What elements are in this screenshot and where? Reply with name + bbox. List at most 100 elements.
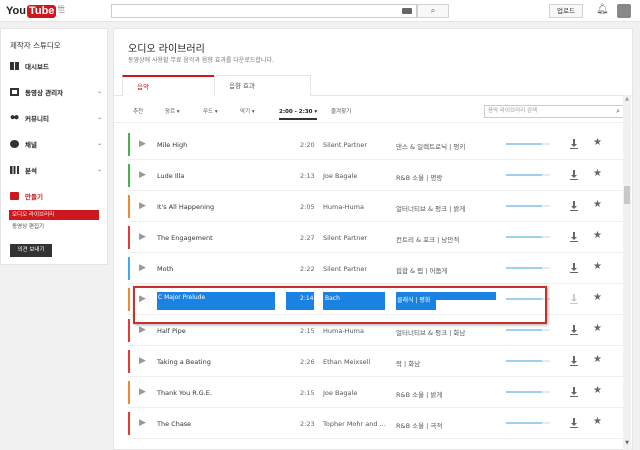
download-icon[interactable] (570, 418, 578, 428)
star-favorite-icon[interactable]: ★ (593, 137, 602, 149)
filter-featured[interactable]: 추천 (133, 107, 143, 117)
play-icon[interactable]: ▶ (139, 170, 146, 180)
tab-sound-effects[interactable]: 음향 효과 (214, 75, 311, 96)
sidebar-item-analytics[interactable]: 분석 ⌄ (10, 164, 102, 176)
avatar[interactable] (617, 4, 631, 18)
filter-favorites[interactable]: 즐겨찾기 (331, 107, 351, 117)
track-artist[interactable]: Silent Partner (323, 265, 367, 273)
star-favorite-icon[interactable]: ★ (593, 292, 602, 304)
sidebar-item-community[interactable]: 커뮤니티 ⌄ (10, 112, 102, 124)
star-favorite-icon[interactable]: ★ (593, 230, 602, 242)
track-artist[interactable]: Ethan Meixsell (323, 358, 370, 366)
play-icon[interactable]: ▶ (139, 325, 146, 335)
track-row[interactable]: ▶ The Engagement 2:27 Silent Partner 컨트리 & 포… (128, 222, 624, 253)
tab-music[interactable]: 음악 (122, 75, 215, 96)
sidebar-subitem-video-editor[interactable]: 동영상 편집기 (9, 222, 99, 232)
keyboard-icon[interactable] (402, 8, 412, 14)
star-favorite-icon[interactable]: ★ (593, 416, 602, 428)
search-icon[interactable]: ⌕ (616, 106, 620, 117)
send-feedback-button[interactable]: 의견 보내기 (10, 244, 52, 257)
logo-tube-text: Tube (26, 4, 57, 18)
waveform-meter-tail (542, 329, 550, 331)
sidebar-item-channel[interactable]: 채널 ⌄ (10, 138, 102, 150)
sidebar-item-label: 커뮤니티 (25, 115, 49, 123)
track-artist[interactable]: Huma-Huma (323, 203, 364, 211)
dashboard-icon (10, 62, 19, 70)
scroll-up-arrow-icon[interactable]: ▲ (623, 96, 631, 104)
sidebar-item-video-manager[interactable]: 동영상 관리자 ⌄ (10, 86, 102, 98)
star-favorite-icon[interactable]: ★ (593, 385, 602, 397)
track-artist[interactable]: Huma-Huma (323, 327, 364, 335)
chevron-down-icon[interactable]: ⌄ (97, 88, 102, 95)
play-icon[interactable]: ▶ (139, 418, 146, 428)
page-description: 동영상에 사용할 무료 음악과 음향 효과를 다운로드합니다. (128, 57, 274, 64)
download-icon[interactable] (570, 356, 578, 366)
track-duration: 2:20 (300, 141, 315, 149)
star-favorite-icon[interactable]: ★ (593, 354, 602, 366)
play-icon[interactable]: ▶ (139, 201, 146, 211)
download-icon[interactable] (570, 387, 578, 397)
play-icon[interactable]: ▶ (139, 263, 146, 273)
star-favorite-icon[interactable]: ★ (593, 168, 602, 180)
star-favorite-icon[interactable]: ★ (593, 323, 602, 335)
sidebar-subitem-audio-library[interactable]: 오디오 라이브러리 (9, 210, 99, 220)
star-favorite-icon[interactable]: ★ (593, 261, 602, 273)
track-row[interactable]: ▶ Lude Illa 2:13 Joe Bagale R&B 소울 | 명랑 ★ (128, 160, 624, 191)
track-row[interactable]: ▶ Mile High 2:20 Silent Partner 댄스 & 일렉트로닉 |… (128, 129, 624, 160)
filter-mood[interactable]: 무드 ▾ (203, 107, 218, 117)
scrollbar[interactable] (623, 95, 631, 450)
download-icon[interactable] (570, 170, 578, 180)
play-icon[interactable]: ▶ (139, 356, 146, 366)
sidebar-item-dashboard[interactable]: 대시보드 (10, 60, 102, 72)
waveform-meter (506, 174, 550, 176)
chevron-down-icon[interactable]: ⌄ (97, 166, 102, 173)
scrollbar-thumb[interactable] (624, 186, 630, 204)
track-row[interactable]: ▶ Moth 2:22 Silent Partner 힙합 & 랩 | 어둡게 ★ (128, 253, 624, 284)
library-search-input[interactable]: 음악 라이브러리 검색 ⌕ (484, 105, 624, 118)
filter-duration[interactable]: 2:00 - 2:30 ▾ (279, 107, 318, 120)
youtube-logo[interactable]: You Tube KR (6, 4, 64, 18)
filter-genre[interactable]: 장르 ▾ (165, 107, 180, 117)
chevron-down-icon[interactable]: ⌄ (97, 114, 102, 121)
download-icon[interactable] (570, 325, 578, 335)
tab-bar: 음악 음향 효과 (114, 74, 634, 96)
track-artist[interactable]: Joe Bagale (323, 172, 357, 180)
genre-color-bar (128, 133, 130, 156)
download-icon[interactable] (570, 263, 578, 273)
play-icon[interactable]: ▶ (139, 387, 146, 397)
track-artist[interactable]: Joe Bagale (323, 389, 357, 397)
sidebar-item-create[interactable]: 만들기 (10, 190, 102, 202)
track-title: Thank You R.G.E. (157, 389, 212, 397)
waveform-meter (506, 391, 550, 393)
download-icon[interactable] (570, 201, 578, 211)
filter-instrument[interactable]: 악기 ▾ (240, 107, 255, 117)
chevron-down-icon[interactable]: ⌄ (97, 140, 102, 147)
scroll-down-arrow-icon[interactable]: ▼ (623, 440, 631, 448)
track-artist[interactable]: Silent Partner (323, 141, 367, 149)
search-input[interactable] (111, 4, 417, 18)
track-artist[interactable]: Silent Partner (323, 234, 367, 242)
genre-color-bar (128, 350, 130, 373)
page-title: 오디오 라이브러리 (128, 44, 205, 55)
download-icon[interactable] (570, 294, 578, 304)
notifications-bell-icon[interactable]: 🔔︎ (596, 4, 609, 16)
waveform-meter-tail (542, 422, 550, 424)
search-button[interactable]: ⌕ (417, 4, 449, 18)
track-row[interactable]: ▶ Taking a Beating 2:26 Ethan Meixsell 락 | 화… (128, 346, 624, 377)
waveform-meter (506, 329, 550, 331)
waveform-meter-tail (542, 205, 550, 207)
track-row[interactable]: ▶ The Chase 2:23 Topher Mohr and ... R&B 소울 … (128, 408, 624, 439)
download-icon[interactable] (570, 232, 578, 242)
track-row[interactable]: ▶ It's All Happening 2:05 Huma-Huma 얼터너티브 & … (128, 191, 624, 222)
upload-button[interactable]: 업로드 (549, 4, 583, 18)
sidebar-item-label: 분석 (25, 167, 37, 175)
track-artist[interactable]: Topher Mohr and ... (323, 420, 386, 428)
waveform-meter (506, 360, 550, 362)
track-row[interactable]: ▶ Thank You R.G.E. 2:15 Joe Bagale R&B 소울 | … (128, 377, 624, 408)
star-favorite-icon[interactable]: ★ (593, 199, 602, 211)
track-genre: 얼터너티브 & 펑크 | 밝게 (396, 205, 466, 213)
waveform-meter-tail (542, 236, 550, 238)
play-icon[interactable]: ▶ (139, 139, 146, 149)
download-icon[interactable] (570, 139, 578, 149)
play-icon[interactable]: ▶ (139, 232, 146, 242)
